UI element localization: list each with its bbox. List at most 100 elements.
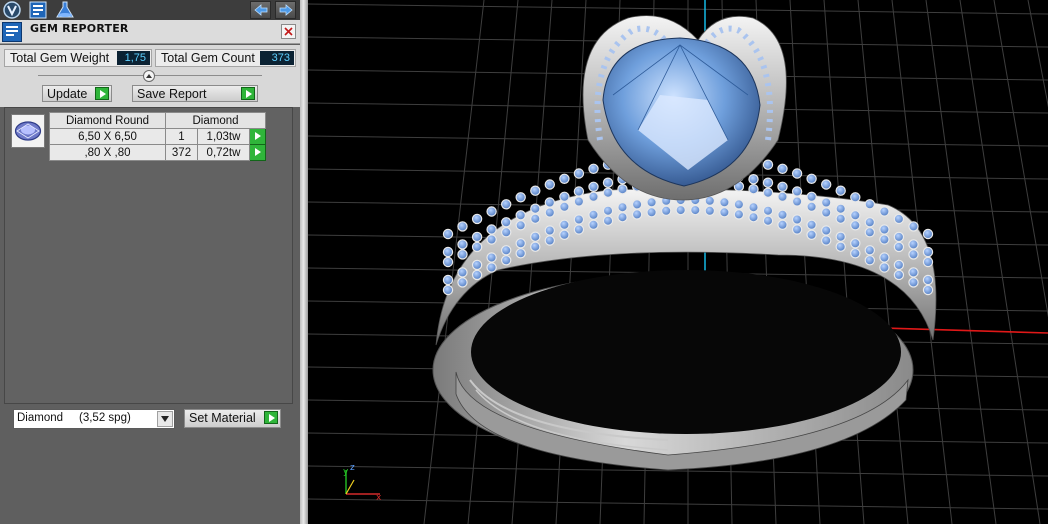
pave-gem: [471, 213, 483, 225]
table-row[interactable]: 6,50 X 6,50 1 1,03tw: [49, 128, 266, 145]
app-logo-icon[interactable]: [2, 1, 22, 19]
gem-thumbnail[interactable]: [11, 114, 45, 148]
pave-gem: [457, 249, 468, 260]
pave-gem: [922, 284, 934, 296]
pave-gem: [471, 241, 483, 253]
gem-reporter-panel: GEM REPORTER Total Gem Weight 1,75 Total…: [0, 0, 300, 524]
pave-gem: [500, 227, 512, 238]
pave-gem: [850, 192, 861, 203]
pave-gem: [515, 238, 526, 249]
gem-count-cell: 372: [165, 144, 198, 161]
pave-gem: [515, 248, 526, 259]
collapse-toggle[interactable]: [143, 70, 155, 82]
gem-weight-cell: 1,03tw: [197, 128, 250, 145]
gem-shape-header: Diamond Round: [49, 112, 166, 129]
pave-gem: [602, 215, 614, 226]
total-gem-count: Total Gem Count 373: [155, 49, 296, 67]
table-header-row: Diamond Round Diamond: [49, 112, 266, 129]
table-row[interactable]: ,80 X ,80 372 0,72tw: [49, 144, 266, 161]
y-axis-label: y: [343, 467, 349, 477]
pave-gem: [806, 201, 817, 212]
update-button-label: Update: [47, 87, 88, 101]
panel-title-bar: GEM REPORTER: [0, 20, 300, 44]
pave-gem: [922, 246, 934, 258]
pave-gem: [879, 234, 890, 245]
pave-gem: [530, 241, 541, 252]
gem-size-cell: ,80 X ,80: [49, 144, 166, 161]
chevron-down-icon: [157, 411, 173, 427]
gem-weight-cell: 0,72tw: [197, 144, 250, 161]
select-gem-button[interactable]: [249, 128, 266, 145]
pave-gem: [559, 201, 570, 212]
pave-gem: [821, 207, 832, 218]
pave-gem: [806, 191, 817, 202]
play-icon: [255, 147, 261, 156]
panel-resize-handle[interactable]: [300, 0, 308, 524]
axis-gizmo: x y z: [343, 463, 382, 503]
3d-viewport[interactable]: x y z: [308, 0, 1048, 524]
pave-gem: [893, 231, 905, 243]
pave-gem: [442, 246, 454, 258]
pave-gem: [922, 228, 934, 240]
pave-gem: [777, 181, 788, 192]
pave-gem: [879, 262, 890, 273]
pave-gem: [500, 245, 512, 256]
pave-gem: [573, 214, 585, 225]
save-report-button[interactable]: Save Report: [132, 85, 258, 102]
pave-gem: [879, 224, 890, 235]
pave-gem: [864, 217, 876, 228]
pave-gem: [544, 197, 555, 208]
pave-gem: [777, 163, 788, 174]
pave-gem: [457, 267, 468, 278]
play-icon: [95, 87, 109, 100]
arrow-left-icon: [253, 4, 267, 16]
pave-gem: [530, 203, 541, 214]
pave-gem: [602, 177, 614, 188]
pave-gem: [806, 173, 817, 184]
set-material-button[interactable]: Set Material: [184, 409, 281, 428]
total-gem-weight: Total Gem Weight 1,75: [4, 49, 152, 67]
pave-gem: [704, 195, 715, 206]
pave-gem: [806, 219, 817, 230]
pave-gem: [835, 241, 846, 252]
back-button[interactable]: [250, 1, 271, 19]
gem-report-icon[interactable]: [28, 1, 48, 19]
pave-gem: [762, 187, 774, 198]
pave-gem: [762, 159, 774, 170]
forward-button[interactable]: [275, 1, 296, 19]
close-button[interactable]: [281, 24, 296, 39]
select-gem-button[interactable]: [249, 144, 266, 161]
x-axis-label: x: [376, 493, 382, 503]
grid-line: [1027, 0, 1048, 108]
pave-gem: [719, 207, 730, 218]
pave-gem: [588, 181, 599, 192]
pave-gem: [922, 274, 934, 286]
grid-line: [993, 0, 1048, 318]
pave-gem: [573, 224, 585, 235]
material-dropdown[interactable]: Diamond (3,52 spg): [13, 409, 175, 429]
pave-gem: [922, 256, 934, 268]
render-flask-icon[interactable]: [55, 1, 75, 19]
pave-gem: [646, 207, 657, 218]
stats-area: Total Gem Weight 1,75 Total Gem Count 37…: [0, 45, 300, 107]
top-toolbar: [0, 0, 300, 20]
pave-gem: [500, 255, 512, 266]
pave-gem: [602, 187, 614, 198]
pave-gem: [573, 196, 585, 207]
pave-gem: [879, 206, 890, 217]
pave-gem: [675, 204, 686, 216]
pave-gem: [893, 259, 905, 271]
pave-gem: [515, 220, 526, 231]
viewport-canvas[interactable]: x y z: [308, 0, 1048, 524]
pave-gem: [559, 219, 570, 230]
pave-gem: [777, 209, 788, 220]
pave-gem: [864, 199, 876, 210]
update-button[interactable]: Update: [42, 85, 112, 102]
pave-gem: [821, 197, 832, 208]
z-axis-label: z: [350, 463, 355, 473]
pave-gem: [748, 201, 759, 213]
total-gem-weight-value: 1,75: [117, 51, 150, 65]
pave-gem: [791, 214, 803, 225]
grid-line: [308, 498, 1048, 510]
panel-title: GEM REPORTER: [30, 22, 129, 35]
